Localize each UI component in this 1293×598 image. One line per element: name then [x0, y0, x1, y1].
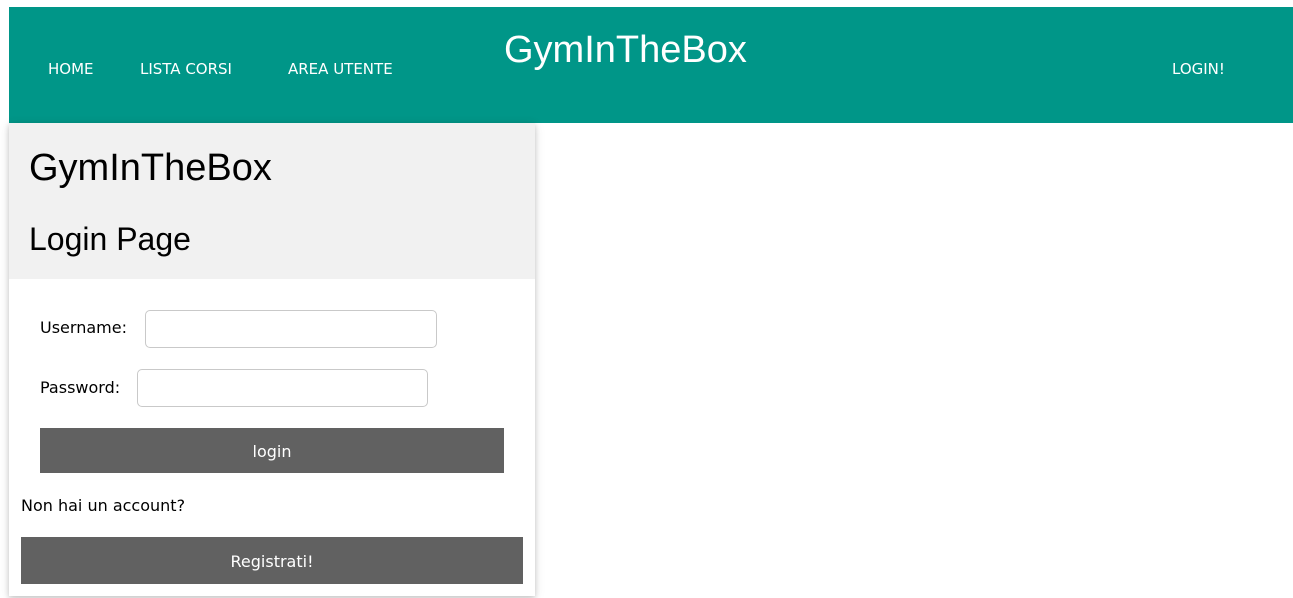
no-account-text: Non hai un account? [21, 496, 186, 515]
nav-login-link[interactable]: LOGIN! [1172, 60, 1225, 78]
nav-lista-corsi-link[interactable]: LISTA CORSI [140, 60, 232, 78]
login-button[interactable]: login [40, 428, 504, 473]
brand-title: GymInTheBox [504, 29, 747, 71]
username-label: Username: [40, 318, 127, 337]
login-card-header: GymInTheBox Login Page [9, 123, 535, 279]
nav-home-link[interactable]: HOME [48, 60, 94, 78]
login-page-heading: Login Page [29, 221, 191, 257]
username-input[interactable] [145, 310, 437, 348]
password-input[interactable] [137, 369, 428, 407]
card-title: GymInTheBox [29, 147, 272, 189]
nav-area-utente-link[interactable]: AREA UTENTE [288, 60, 393, 78]
password-label: Password: [40, 378, 121, 397]
login-card: GymInTheBox Login Page Username: Passwor… [9, 123, 535, 596]
register-button[interactable]: Registrati! [21, 537, 523, 584]
top-navbar: HOME LISTA CORSI AREA UTENTE GymInTheBox… [9, 7, 1293, 123]
